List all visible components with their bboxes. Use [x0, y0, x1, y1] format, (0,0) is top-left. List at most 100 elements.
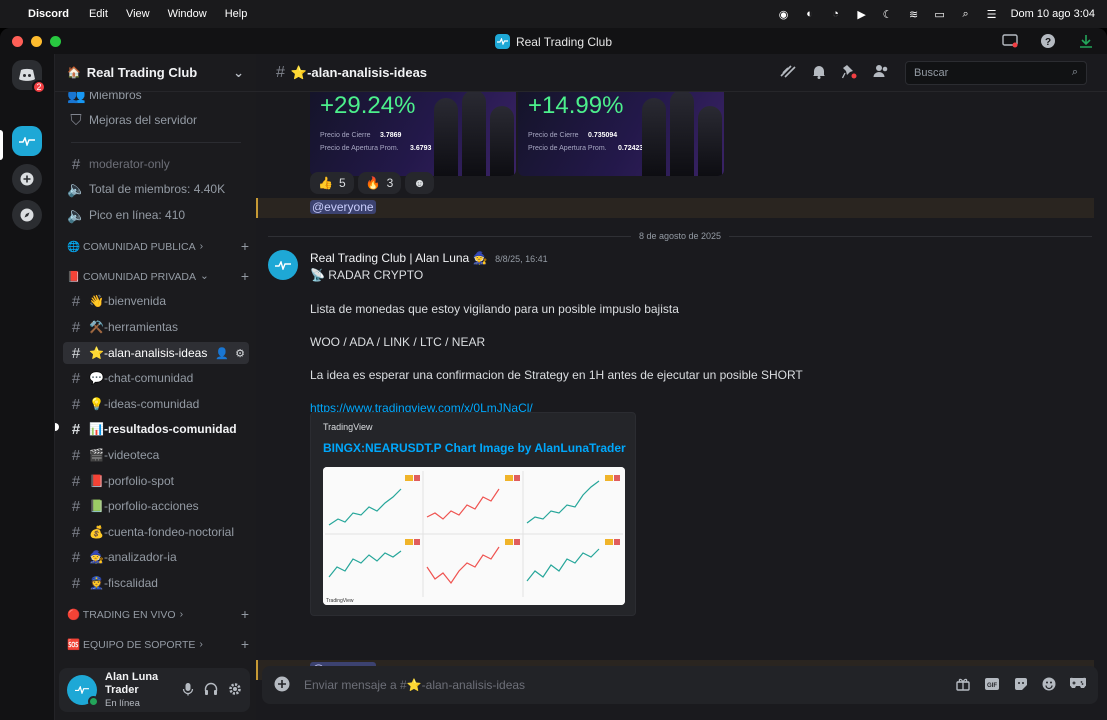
- hash-icon: #: [71, 472, 81, 490]
- timer-icon[interactable]: ◔: [829, 7, 843, 21]
- add-channel-icon[interactable]: +: [241, 636, 249, 652]
- channel-fiscalidad[interactable]: # 👮-fiscalidad: [63, 572, 249, 594]
- channel-label: Total de miembros: 4.40K: [89, 182, 226, 196]
- channel-bienvenida[interactable]: # 👋-bienvenida: [63, 290, 249, 312]
- sticker-icon[interactable]: [1014, 677, 1028, 694]
- screen-record-icon[interactable]: ◉: [777, 7, 791, 21]
- channel-porfolio-acciones[interactable]: # 📗-porfolio-acciones: [63, 495, 249, 517]
- server-real-trading-club[interactable]: [12, 126, 42, 156]
- channel-peak-online[interactable]: 🔈 Pico en línea: 410: [63, 204, 249, 226]
- sidebar-item-mejoras[interactable]: ⛉ Mejoras del servidor: [63, 109, 249, 131]
- search-box[interactable]: ⌕: [905, 60, 1087, 85]
- hash-icon: #: [71, 344, 81, 362]
- embed-title[interactable]: BINGX:NEARUSDT.P Chart Image by AlanLuna…: [323, 441, 626, 455]
- headphones-icon[interactable]: [204, 682, 218, 699]
- everyone-mention[interactable]: @everyone: [310, 200, 376, 214]
- add-server-button[interactable]: [12, 164, 42, 194]
- channel-header: # ⭐-alan-analisis-ideas ⌕: [256, 54, 1107, 92]
- category-equipo-de-soporte[interactable]: 🆘 EQUIPO DE SOPORTE › +: [67, 636, 249, 652]
- search-input[interactable]: [914, 66, 1064, 79]
- discord-tray-icon[interactable]: ◐: [803, 7, 817, 21]
- direct-messages-button[interactable]: 2: [12, 60, 46, 94]
- category-comunidad-publica[interactable]: 🌐 COMUNIDAD PUBLICA › +: [67, 238, 249, 254]
- close-price-label: Precio de Cierre: [528, 132, 579, 139]
- hash-icon: #: [71, 523, 81, 541]
- embed-chart-image[interactable]: TradingView: [323, 467, 625, 605]
- channel-alan-analisis-ideas[interactable]: # ⭐-alan-analisis-ideas 👤 ⚙: [63, 342, 249, 364]
- category-comunidad-privada[interactable]: 📕 COMUNIDAD PRIVADA ⌄ +: [67, 268, 249, 284]
- microphone-icon[interactable]: [182, 682, 194, 699]
- spotlight-search-icon[interactable]: ⌕: [959, 7, 973, 21]
- reaction-fire[interactable]: 🔥 3: [357, 172, 402, 194]
- add-attachment-icon[interactable]: [274, 676, 290, 695]
- add-channel-icon[interactable]: +: [241, 606, 249, 622]
- wifi-icon[interactable]: ≋: [907, 7, 921, 21]
- channel-porfolio-spot[interactable]: # 📕-porfolio-spot: [63, 470, 249, 492]
- invite-icon[interactable]: 👤: [215, 347, 229, 360]
- message-line-2: Lista de monedas que estoy vigilando par…: [310, 302, 679, 316]
- server-header[interactable]: 🏠 Real Trading Club ⌄: [55, 54, 256, 92]
- menu-edit[interactable]: Edit: [89, 8, 108, 20]
- date-divider: 8 de agosto de 2025: [268, 230, 1093, 242]
- pulse-icon: [275, 260, 291, 270]
- channel-cuenta-fondeo-noctorial[interactable]: # 💰-cuenta-fondeo-noctorial: [63, 521, 249, 543]
- apps-icon[interactable]: [1067, 677, 1089, 694]
- avatar[interactable]: [67, 675, 99, 707]
- sidebar-divider: [71, 142, 241, 143]
- channel-analizador-ia[interactable]: # 🧙-analizador-ia: [63, 546, 249, 568]
- hash-icon: #: [71, 420, 81, 438]
- message-input[interactable]: [304, 678, 904, 692]
- help-icon[interactable]: ?: [1039, 32, 1057, 50]
- bell-icon[interactable]: [812, 64, 826, 82]
- gear-icon[interactable]: [228, 682, 242, 699]
- threads-icon[interactable]: [780, 64, 796, 81]
- gift-icon[interactable]: [956, 677, 970, 694]
- download-icon[interactable]: [1077, 32, 1095, 50]
- play-icon[interactable]: ▶: [855, 7, 869, 21]
- user-panel[interactable]: Alan Luna Trader En línea: [59, 668, 250, 712]
- channel-label: 💰-cuenta-fondeo-noctorial: [89, 525, 235, 539]
- discover-button[interactable]: [12, 200, 42, 230]
- inbox-icon[interactable]: [1001, 32, 1019, 50]
- emoji-icon[interactable]: [1042, 677, 1056, 694]
- embed-provider[interactable]: TradingView: [323, 422, 373, 432]
- hash-icon: #: [71, 369, 81, 387]
- channel-videoteca[interactable]: # 🎬-videoteca: [63, 444, 249, 466]
- channel-chat-comunidad[interactable]: # 💬-chat-comunidad: [63, 367, 249, 389]
- gif-icon[interactable]: GIF: [984, 677, 1000, 694]
- gear-icon[interactable]: ⚙: [235, 347, 245, 360]
- result-image-2[interactable]: +14.99% Precio de Cierre 0.735094 Precio…: [518, 92, 724, 176]
- channel-moderator-only[interactable]: # moderator-only: [63, 153, 249, 175]
- server-boost-icon: 🏠: [67, 67, 81, 79]
- avatar[interactable]: [268, 250, 298, 280]
- channel-herramientas[interactable]: # ⚒️-herramientas: [63, 316, 249, 338]
- channel-title: ⭐-alan-analisis-ideas: [290, 64, 428, 80]
- menu-app-name[interactable]: Discord: [28, 8, 69, 20]
- add-channel-icon[interactable]: +: [241, 238, 249, 254]
- moon-icon[interactable]: ☾: [881, 7, 895, 21]
- menu-window[interactable]: Window: [168, 8, 207, 20]
- reaction-thumbs-up[interactable]: 👍 5: [310, 172, 354, 194]
- sidebar-item-miembros[interactable]: 👥 Miembros: [63, 92, 249, 106]
- channel-ideas-comunidad[interactable]: # 💡-ideas-comunidad: [63, 393, 249, 415]
- control-center-icon[interactable]: ☰: [985, 7, 999, 21]
- menubar-clock[interactable]: Dom 10 ago 3:04: [1011, 8, 1095, 20]
- add-channel-icon[interactable]: +: [241, 268, 249, 284]
- channel-total-members[interactable]: 🔈 Total de miembros: 4.40K: [63, 178, 249, 200]
- channel-resultados-comunidad[interactable]: # 📊-resultados-comunidad: [63, 418, 249, 440]
- close-price-value: 0.735094: [588, 132, 618, 139]
- pin-icon[interactable]: [841, 64, 857, 82]
- message-line-1: 📡 RADAR CRYPTO: [310, 268, 424, 282]
- result-image-1[interactable]: +29.24% Precio de Cierre 3.7869 Precio d…: [310, 92, 516, 176]
- menu-view[interactable]: View: [126, 8, 150, 20]
- menu-help[interactable]: Help: [225, 8, 248, 20]
- message-timestamp: 8/8/25, 16:41: [495, 254, 548, 264]
- add-reaction-button[interactable]: ☻: [405, 172, 434, 194]
- category-trading-en-vivo[interactable]: 🔴 TRADING EN VIVO › +: [67, 606, 249, 622]
- window-titlebar: Real Trading Club ?: [0, 28, 1107, 54]
- battery-icon[interactable]: ▭: [933, 7, 947, 21]
- message-author[interactable]: Real Trading Club | Alan Luna 🧙: [310, 251, 488, 265]
- close-price-label: Precio de Cierre: [320, 132, 371, 139]
- open-price-label: Precio de Apertura Prom.: [320, 145, 399, 152]
- member-list-icon[interactable]: [873, 64, 889, 81]
